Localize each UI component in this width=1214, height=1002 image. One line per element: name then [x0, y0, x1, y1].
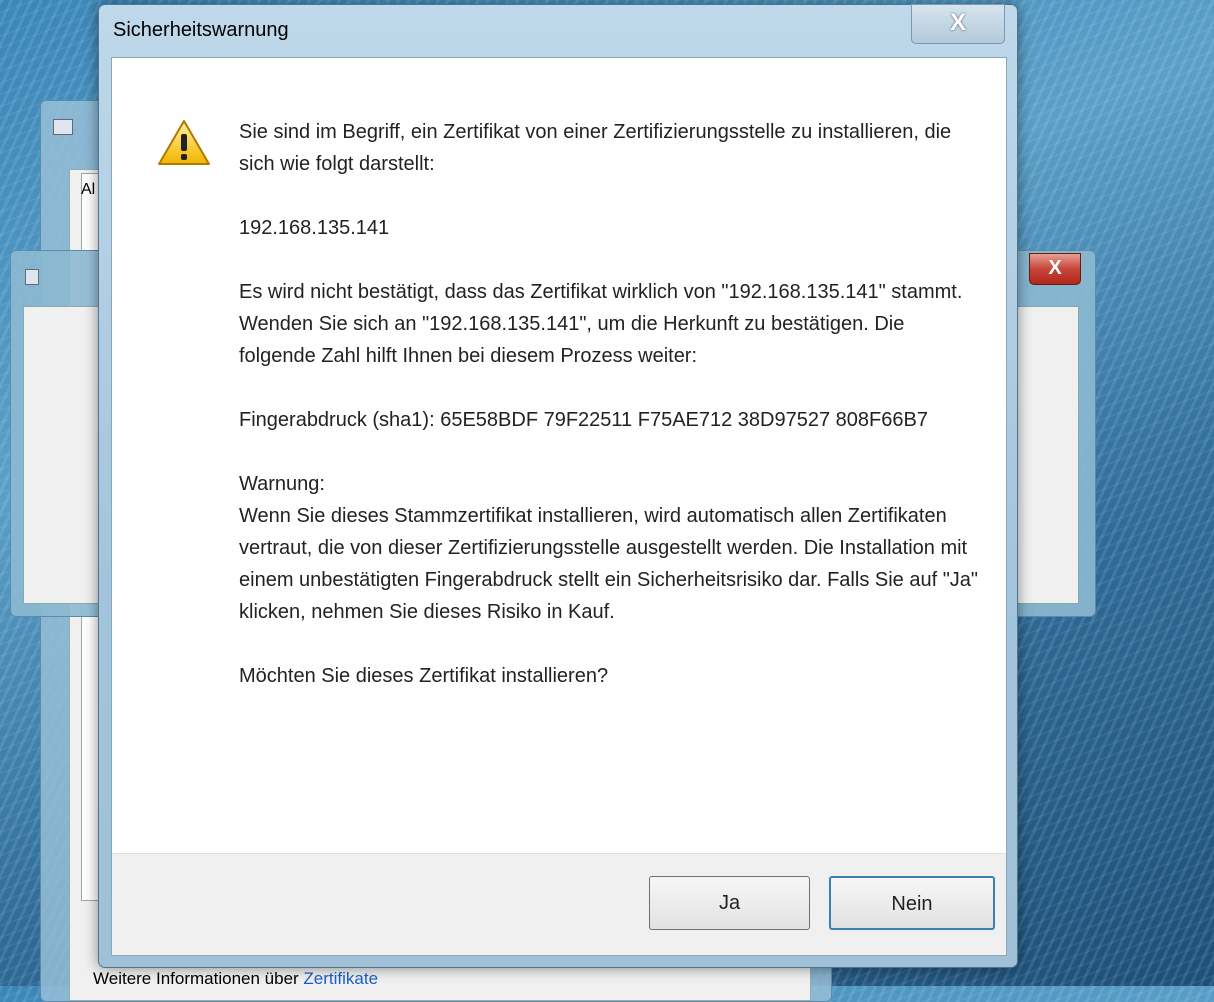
intro-text: Sie sind im Begriff, ein Zertifikat von … [239, 121, 952, 175]
certificates-link[interactable]: Zertifikate [303, 969, 378, 988]
window-icon [53, 119, 73, 135]
yes-button[interactable]: Ja [649, 876, 810, 930]
warning-heading: Warnung: [239, 473, 325, 495]
more-info-label: Weitere Informationen über [93, 969, 304, 988]
dialog-title: Sicherheitswarnung [113, 19, 289, 41]
no-button[interactable]: Nein [829, 876, 995, 930]
security-warning-dialog: Sicherheitswarnung X Sie sind im Begriff… [98, 4, 1018, 968]
button-bar: Ja Nein [112, 853, 1006, 955]
close-button[interactable]: X [911, 4, 1005, 44]
more-info-text: Weitere Informationen über Zertifikate [93, 969, 378, 989]
warning-text: Wenn Sie dieses Stammzertifikat installi… [239, 505, 979, 623]
tab-general[interactable]: Al [81, 181, 95, 199]
dialog-body: Sie sind im Begriff, ein Zertifikat von … [111, 57, 1007, 956]
window-icon [25, 269, 39, 285]
message-text: Sie sind im Begriff, ein Zertifikat von … [239, 116, 979, 692]
title-bar: Sicherheitswarnung X [99, 4, 1017, 57]
thumbprint-text: Fingerabdruck (sha1): 65E58BDF 79F22511 … [239, 409, 928, 431]
warning-icon [158, 120, 210, 165]
verification-text: Es wird nicht bestätigt, dass das Zertif… [239, 281, 963, 367]
question-text: Möchten Sie dieses Zertifikat installier… [239, 665, 609, 687]
issuer-name: 192.168.135.141 [239, 217, 390, 239]
close-button[interactable]: X [1029, 253, 1081, 285]
